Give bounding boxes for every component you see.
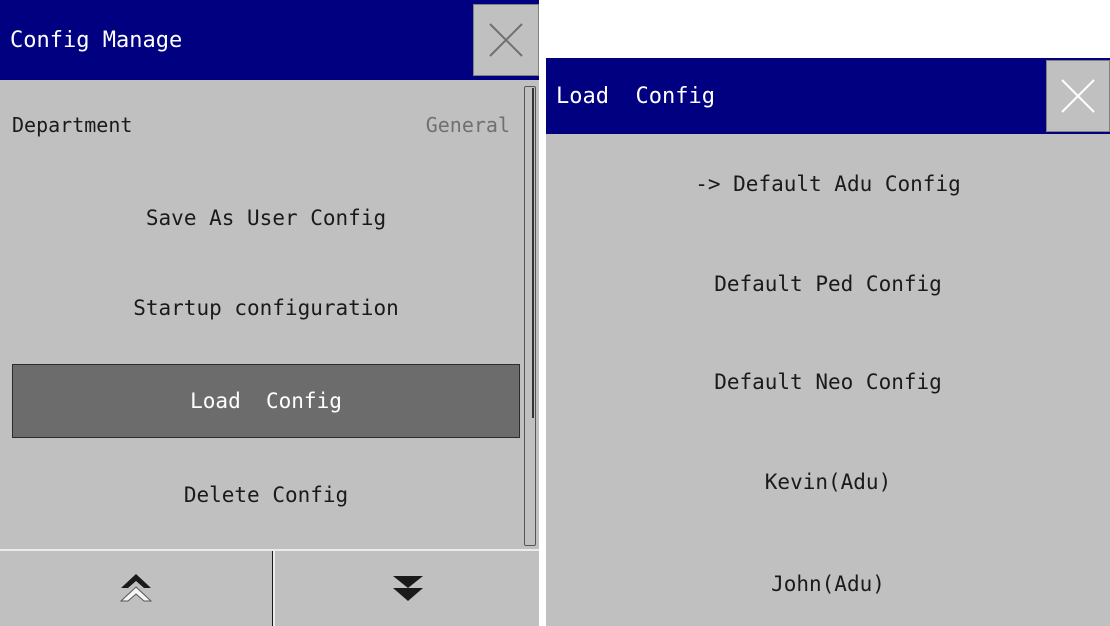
- department-label: Department: [12, 113, 133, 137]
- config-manage-dialog: Config Manage Department General Save As…: [0, 0, 539, 626]
- dialog-title: Load Config: [556, 83, 715, 109]
- scrollbar[interactable]: [524, 86, 536, 546]
- startup-configuration-button[interactable]: Startup configuration: [12, 272, 520, 344]
- load-config-button[interactable]: Load Config: [12, 364, 520, 438]
- close-button[interactable]: [1046, 60, 1110, 132]
- close-icon: [1061, 79, 1095, 113]
- dialog-title: Config Manage: [10, 27, 183, 53]
- page-navigation-bar: [0, 549, 539, 626]
- scrollbar-thumb[interactable]: [526, 88, 534, 418]
- config-list-item-kevin[interactable]: Kevin(Adu): [546, 452, 1110, 512]
- dialog-titlebar: Config Manage: [0, 0, 539, 80]
- config-list-item-default-neo[interactable]: Default Neo Config: [546, 352, 1110, 412]
- close-icon: [489, 23, 523, 57]
- double-chevron-up-icon: [119, 573, 153, 601]
- close-button[interactable]: [473, 4, 539, 76]
- delete-config-button[interactable]: Delete Config: [12, 456, 520, 534]
- config-list-item-john[interactable]: John(Adu): [546, 554, 1110, 614]
- load-config-dialog: Load Config -> Default Adu Config Defaul…: [546, 58, 1110, 626]
- department-value: General: [425, 113, 510, 137]
- double-chevron-down-icon: [393, 575, 423, 601]
- page-up-button[interactable]: [0, 551, 273, 626]
- department-row[interactable]: Department General: [0, 93, 514, 159]
- save-as-user-config-button[interactable]: Save As User Config: [12, 182, 520, 254]
- page-down-button[interactable]: [273, 551, 539, 626]
- dialog-titlebar: Load Config: [546, 58, 1110, 134]
- config-list-item-default-adu[interactable]: -> Default Adu Config: [546, 154, 1110, 214]
- config-list-item-default-ped[interactable]: Default Ped Config: [546, 254, 1110, 314]
